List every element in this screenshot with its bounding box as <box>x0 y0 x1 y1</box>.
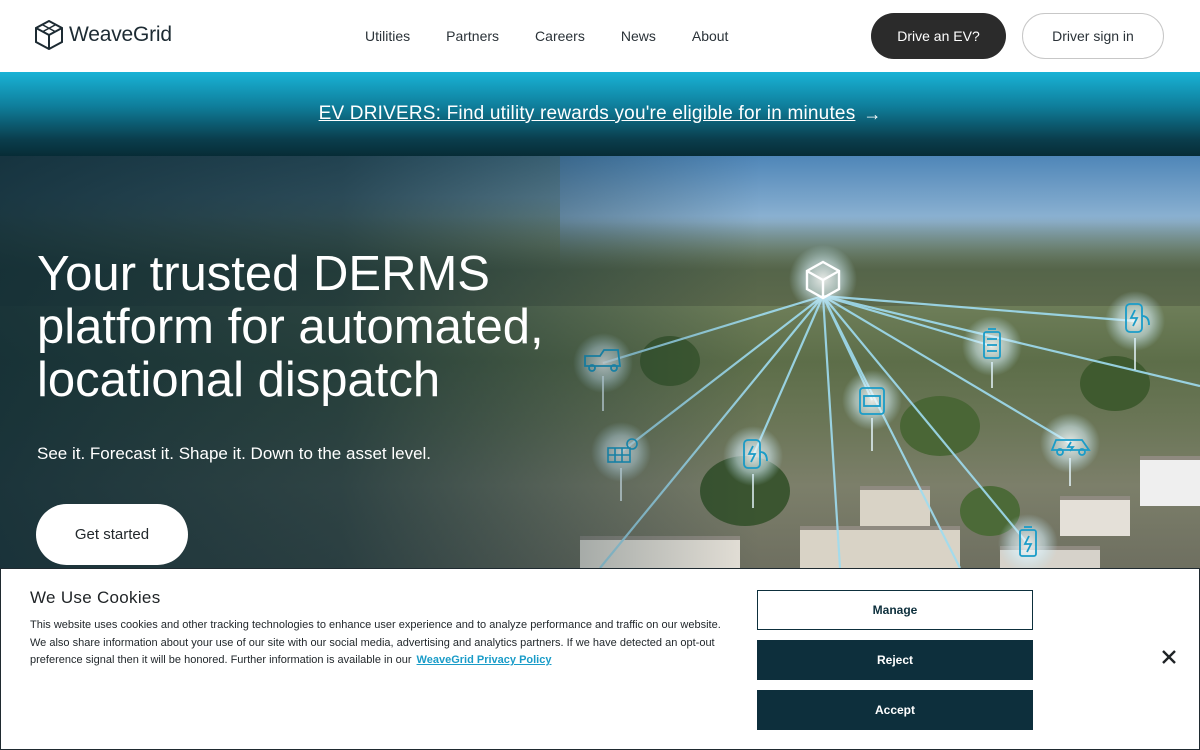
nav-news[interactable]: News <box>621 28 656 44</box>
nav-utilities[interactable]: Utilities <box>365 28 410 44</box>
nav-partners[interactable]: Partners <box>446 28 499 44</box>
main-nav: Utilities Partners Careers News About <box>347 0 746 72</box>
ev-drivers-banner: EV DRIVERS: Find utility rewards you're … <box>0 72 1200 156</box>
arrow-right-icon: → <box>863 103 882 124</box>
weavegrid-logo-icon <box>35 20 63 50</box>
hero-section: Your trusted DERMS platform for automate… <box>0 156 1200 568</box>
cookie-body-text: This website uses cookies and other trac… <box>30 619 721 666</box>
ev-drivers-banner-link[interactable]: EV DRIVERS: Find utility rewards you're … <box>319 103 856 125</box>
logo[interactable]: WeaveGrid <box>35 20 172 50</box>
site-header: WeaveGrid Utilities Partners Careers New… <box>0 0 1200 72</box>
nav-careers[interactable]: Careers <box>535 28 585 44</box>
nav-about[interactable]: About <box>692 28 729 44</box>
cookie-title: We Use Cookies <box>30 588 161 607</box>
privacy-policy-link[interactable]: WeaveGrid Privacy Policy <box>417 654 552 666</box>
manage-cookies-button[interactable]: Manage <box>757 590 1033 630</box>
logo-text: WeaveGrid <box>69 23 172 46</box>
cookie-description: This website uses cookies and other trac… <box>30 617 730 670</box>
close-icon[interactable] <box>1157 645 1181 669</box>
get-started-button[interactable]: Get started <box>36 504 188 565</box>
reject-cookies-button[interactable]: Reject <box>757 640 1033 680</box>
drive-an-ev-button[interactable]: Drive an EV? <box>871 13 1006 59</box>
accept-cookies-button[interactable]: Accept <box>757 690 1033 730</box>
cookie-consent-dialog: We Use Cookies This website uses cookies… <box>0 568 1200 750</box>
hero-subtitle: See it. Forecast it. Shape it. Down to t… <box>37 444 432 463</box>
hero-title: Your trusted DERMS platform for automate… <box>37 247 544 407</box>
driver-sign-in-button[interactable]: Driver sign in <box>1022 13 1164 59</box>
